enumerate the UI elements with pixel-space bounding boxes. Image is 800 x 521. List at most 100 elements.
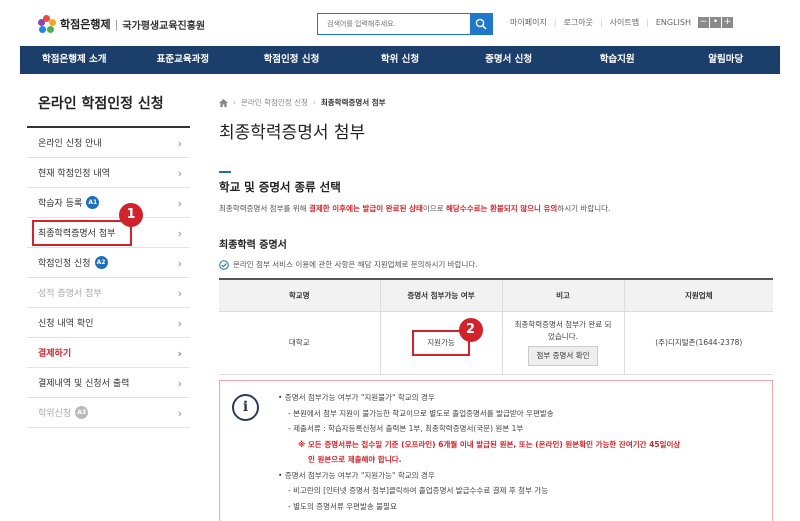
view-attached-certificate-button[interactable]: 첨부 증명서 확인 xyxy=(528,346,598,366)
sidebar-item-grade-certificate[interactable]: 성적 증명서 첨부 › xyxy=(27,278,190,308)
info-line: - 제출서류 : 학습자등록신청서 출력본 1부, 최종학력증명서(국문) 원본… xyxy=(288,424,524,433)
vendor-cell: (주)디지털존(1644-2378) xyxy=(623,310,773,375)
breadcrumb-current: 최종학력증명서 첨부 xyxy=(320,98,386,107)
utility-nav: 마이페이지 | 로그아웃 | 사이트맵 | ENGLISH − • + xyxy=(510,17,733,28)
section-title: 학교 및 증명서 종류 선택 xyxy=(219,180,341,194)
sidebar-item-label: 현재 학점인정 내역 xyxy=(38,169,110,179)
info-line: • 증명서 첨부가능 여부가 "지원불가" 학교의 경우 xyxy=(278,393,435,402)
sitemap-link[interactable]: 사이트맵 xyxy=(610,17,639,28)
sidebar-item-label: 성적 증명서 첨부 xyxy=(38,289,102,299)
note-text: 최종학력증명서 첨부가 완료 되 xyxy=(514,320,612,329)
chevron-right-icon: › xyxy=(177,287,182,300)
certificate-table: 학교명 증명서 첨부가능 여부 비고 지원업체 대학교 지원가능 2 최종학력증… xyxy=(219,278,773,375)
home-icon[interactable] xyxy=(219,98,228,107)
sidebar-item-payment-history[interactable]: 결제내역 및 신청서 출력 › xyxy=(27,368,190,398)
highlight-box xyxy=(32,220,132,246)
availability-cell: 지원가능 2 xyxy=(379,310,503,375)
info-line: - 비고란의 [인터넷 증명서 첨부]클릭하여 졸업증명서 발급수수료 결제 후… xyxy=(288,486,549,495)
desc-text: 이므로 xyxy=(422,204,446,213)
table-header-row: 학교명 증명서 첨부가능 여부 비고 지원업체 xyxy=(219,278,773,312)
info-line: • 증명서 첨부가능 여부가 "지원가능" 학교의 경우 xyxy=(278,470,435,480)
english-link[interactable]: ENGLISH xyxy=(656,18,691,27)
chevron-right-icon: › xyxy=(177,197,182,210)
desc-emphasis: 해당수수료는 환불되지 않으니 유의 xyxy=(446,204,558,213)
column-header: 비고 xyxy=(501,278,625,312)
sidebar-title: 온라인 학점인정 신청 xyxy=(38,96,164,112)
mypage-link[interactable]: 마이페이지 xyxy=(510,17,547,28)
util-divider: | xyxy=(599,18,603,27)
info-box: i • 증명서 첨부가능 여부가 "지원불가" 학교의 경우 - 본원에서 첨부… xyxy=(219,380,773,521)
section-description: 최종학력증명서 첨부를 위해 결제한 이후에는 발급이 완료된 상태이므로 해당… xyxy=(219,203,610,214)
chevron-right-icon: › xyxy=(177,137,182,150)
chevron-right-icon: › xyxy=(177,257,182,270)
note-cell: 최종학력증명서 첨부가 완료 되 었습니다. 첨부 증명서 확인 xyxy=(501,310,625,375)
site-logo[interactable]: 학점은행제 | 국가평생교육진흥원 xyxy=(38,15,205,33)
desc-text: 하시기 바랍니다. xyxy=(557,204,611,213)
nav-item-degree-apply[interactable]: 학위 신청 xyxy=(346,46,455,74)
section-accent-bar xyxy=(219,171,231,173)
info-icon: i xyxy=(232,394,259,421)
search-button[interactable] xyxy=(470,14,492,34)
logo-brand-text: 학점은행제 xyxy=(60,18,111,31)
info-text: • 증명서 첨부가능 여부가 "지원불가" 학교의 경우 - 본원에서 첨부 지… xyxy=(278,390,680,514)
nav-item-certificate[interactable]: 증명서 신청 xyxy=(454,46,563,74)
sidebar-item-guide[interactable]: 온라인 신청 안내 › xyxy=(27,128,190,158)
main-nav: 학점은행제 소개 표준교육과정 학점인정 신청 학위 신청 증명서 신청 학습지… xyxy=(20,46,780,74)
notice-line: 온라인 첨부 서비스 이용에 관한 사항은 해당 지원업체로 문의하시기 바랍니… xyxy=(219,259,478,270)
chevron-right-icon: › xyxy=(177,167,182,180)
sidebar-item-credit-apply[interactable]: 학점인정 신청 A2 › xyxy=(27,248,190,278)
breadcrumb-separator: › xyxy=(312,98,316,107)
zoom-controls: − • + xyxy=(697,17,733,28)
sidebar-item-current-credits[interactable]: 현재 학점인정 내역 › xyxy=(27,158,190,188)
logout-link[interactable]: 로그아웃 xyxy=(564,17,593,28)
util-divider: | xyxy=(646,18,649,27)
sidebar-menu: 온라인 신청 안내 › 현재 학점인정 내역 › 학습자 등록 A1 › 최종학… xyxy=(27,128,190,428)
sidebar: 온라인 학점인정 신청 온라인 신청 안내 › 현재 학점인정 내역 › 학습자… xyxy=(27,93,190,428)
info-warning: ※ 모든 증명서류는 접수일 기준 (오프라인) 6개월 이내 발급된 원본, … xyxy=(298,439,681,449)
breadcrumb-separator: › xyxy=(233,98,236,107)
logo-flower-icon xyxy=(38,15,56,33)
nav-item-about[interactable]: 학점은행제 소개 xyxy=(20,46,129,74)
info-line: - 본원에서 첨부 지원이 불가능한 학교이므로 별도로 졸업증명서를 발급받아… xyxy=(288,408,554,418)
zoom-out-button[interactable]: − xyxy=(697,17,709,28)
util-divider: | xyxy=(553,18,557,27)
subsection-title: 최종학력 증명서 xyxy=(219,240,287,251)
search-icon xyxy=(475,18,487,30)
step-badge: A1 xyxy=(86,196,100,209)
step-badge: A3 xyxy=(75,406,89,419)
notice-text: 온라인 첨부 서비스 이용에 관한 사항은 해당 지원업체로 문의하시기 바랍니… xyxy=(233,260,478,269)
sidebar-item-degree-apply[interactable]: 학위신청 A3 › xyxy=(27,398,190,428)
desc-text: 최종학력증명서 첨부를 위해 xyxy=(219,204,309,213)
sidebar-item-learner-register[interactable]: 학습자 등록 A1 › xyxy=(27,188,190,218)
column-header: 학교명 xyxy=(219,278,381,312)
column-header: 증명서 첨부가능 여부 xyxy=(379,278,503,312)
search-input[interactable] xyxy=(318,14,470,34)
step-number-marker: 2 xyxy=(458,317,483,342)
nav-item-credit-apply[interactable]: 학점인정 신청 xyxy=(237,46,346,74)
step-number-marker: 1 xyxy=(119,203,143,227)
nav-item-curriculum[interactable]: 표준교육과정 xyxy=(129,46,238,74)
sidebar-item-label: 결제내역 및 신청서 출력 xyxy=(38,379,130,389)
nav-item-learning-support[interactable]: 학습지원 xyxy=(563,46,672,74)
info-warning: 인 원본으로 제출해야 합니다. xyxy=(308,455,402,464)
breadcrumb-item[interactable]: 온라인 학점인정 신청 xyxy=(241,97,308,108)
nav-item-notice[interactable]: 알림마당 xyxy=(671,46,780,74)
sidebar-item-payment[interactable]: 결제하기 › xyxy=(27,338,190,368)
sidebar-item-label: 신청 내역 확인 xyxy=(38,319,94,329)
sidebar-item-check-applications[interactable]: 신청 내역 확인 › xyxy=(27,308,190,338)
logo-org-text: 국가평생교육진흥원 xyxy=(122,20,206,32)
sidebar-item-label: 학점인정 신청 xyxy=(38,259,91,269)
sidebar-item-label: 온라인 신청 안내 xyxy=(38,139,102,149)
chevron-right-icon: › xyxy=(177,317,182,330)
step-badge: A2 xyxy=(94,256,108,269)
zoom-in-button[interactable]: + xyxy=(721,17,733,28)
check-circle-icon xyxy=(219,259,229,270)
desc-emphasis: 결제한 이후에는 발급이 완료된 상태 xyxy=(308,204,423,213)
sidebar-item-label: 학습자 등록 xyxy=(38,199,83,209)
sidebar-item-final-certificate[interactable]: 최종학력증명서 첨부 › 1 xyxy=(27,203,190,248)
sidebar-item-label: 결제하기 xyxy=(38,349,72,359)
school-name-cell: 대학교 xyxy=(219,310,381,375)
breadcrumb: › 온라인 학점인정 신청 › 최종학력증명서 첨부 xyxy=(219,97,386,108)
top-bar: 학점은행제 | 국가평생교육진흥원 마이페이지 | 로그아웃 | 사이트맵 | … xyxy=(0,0,800,46)
zoom-reset-button[interactable]: • xyxy=(709,17,721,28)
